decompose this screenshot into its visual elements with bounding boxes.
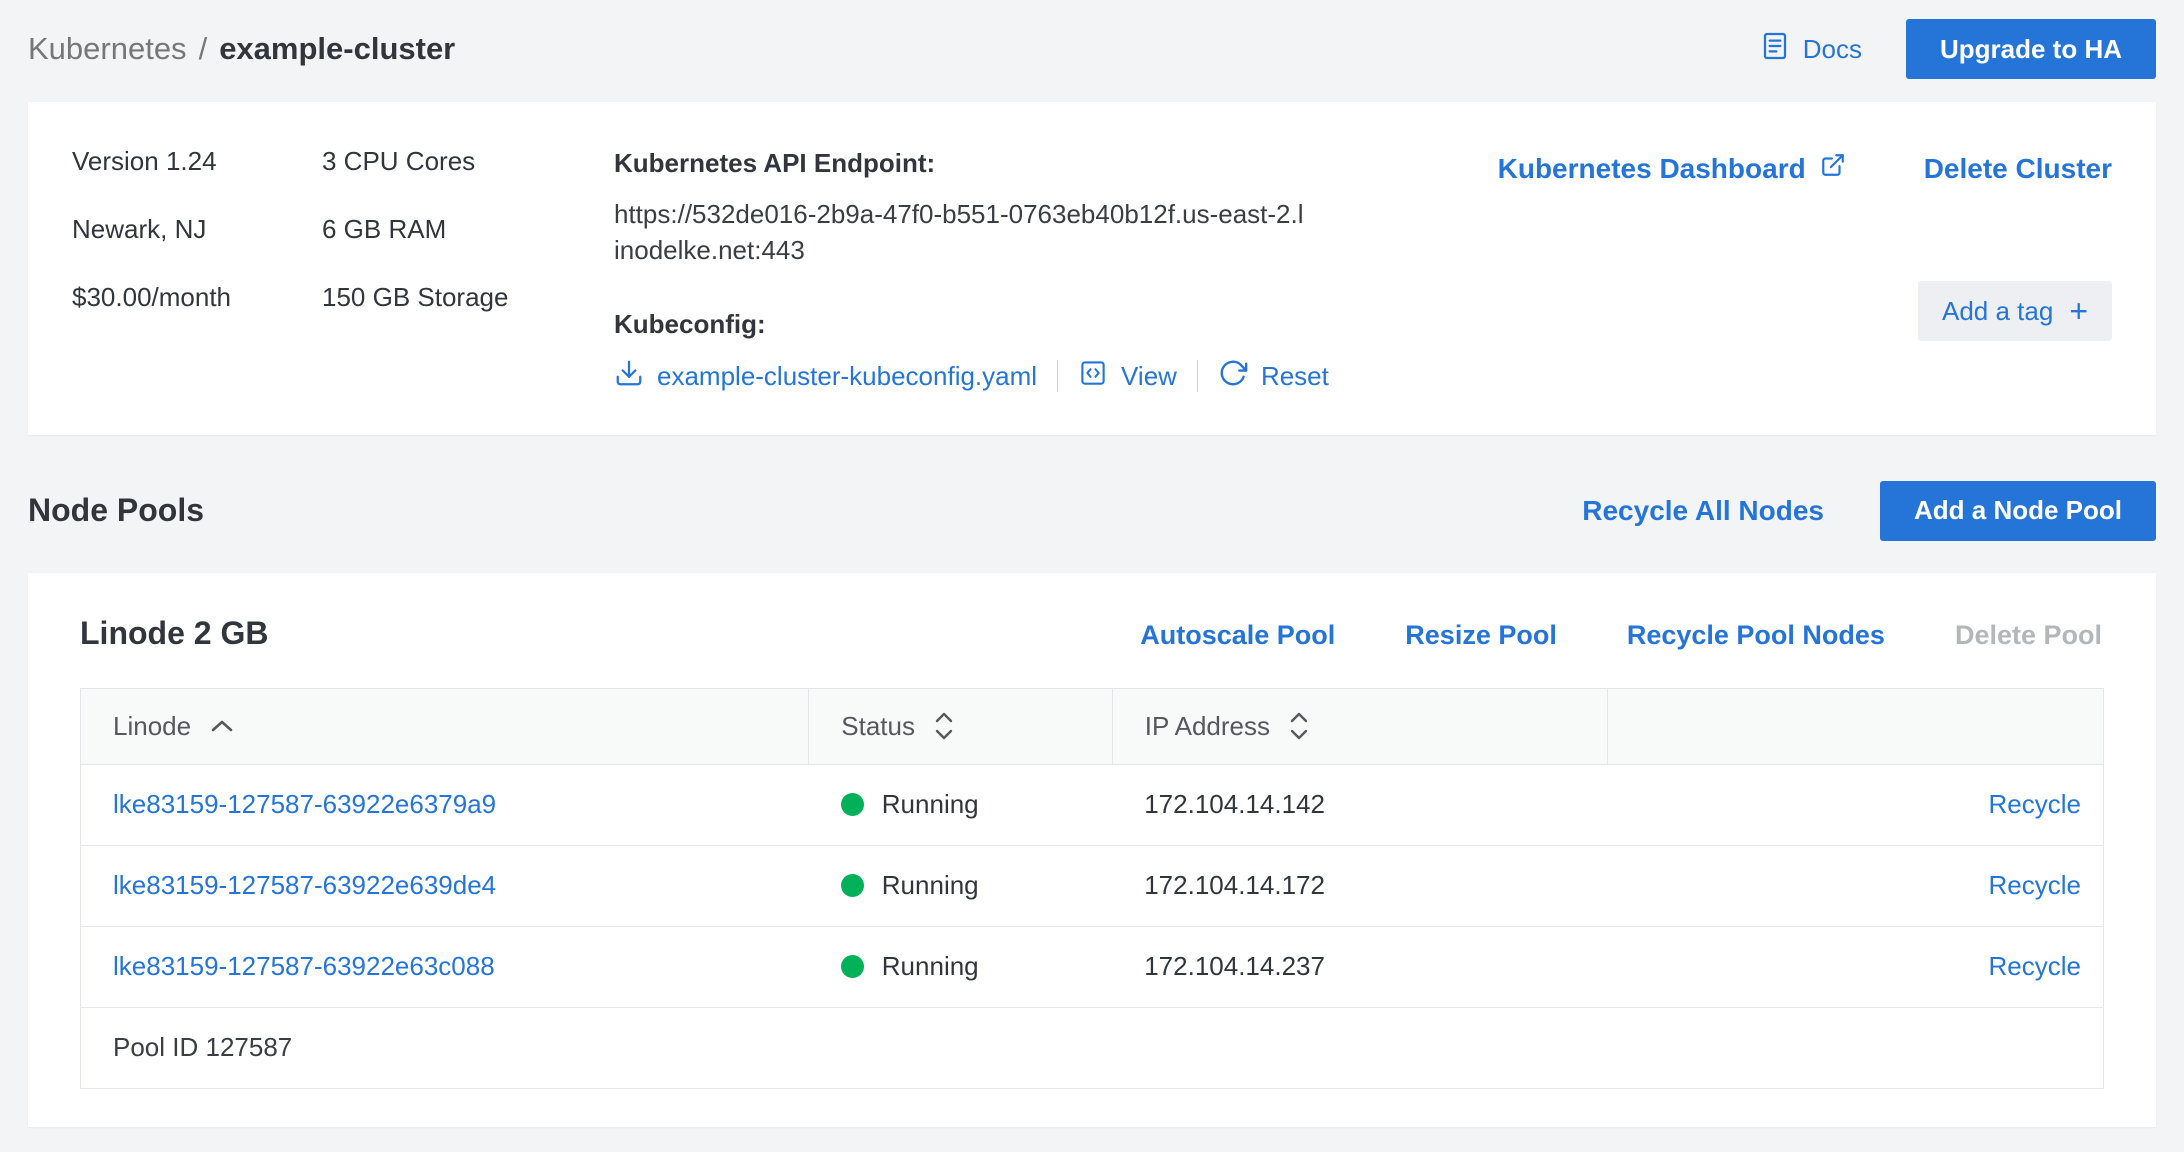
kubeconfig-label: Kubeconfig: [614, 308, 766, 339]
breadcrumb-kubernetes-link[interactable]: Kubernetes [28, 31, 187, 67]
recycle-node-link[interactable]: Recycle [1989, 870, 2081, 900]
node-label-link[interactable]: lke83159-127587-63922e639de4 [113, 870, 496, 900]
add-tag-button[interactable]: Add a tag + [1918, 281, 2112, 341]
kubeconfig-actions: example-cluster-kubeconfig.yaml View Res… [614, 358, 1458, 395]
node-status: Running [881, 951, 979, 982]
status-running-icon [840, 874, 864, 898]
add-tag-label: Add a tag [1942, 295, 2054, 326]
cluster-region: Newark, NJ [72, 214, 207, 244]
recycle-node-link[interactable]: Recycle [1989, 951, 2081, 981]
node-ip-address: 172.104.14.142 [1112, 764, 1608, 846]
column-header-linode[interactable]: Linode [79, 687, 810, 765]
docs-link[interactable]: Docs [1759, 30, 1862, 69]
node-pools-title: Node Pools [28, 492, 205, 529]
recycle-node-link[interactable]: Recycle [1989, 789, 2081, 819]
reset-icon [1218, 358, 1248, 395]
page: Kubernetes / example-cluster Docs Upgrad… [0, 0, 2184, 1127]
kubeconfig-view-link[interactable]: View [1078, 358, 1177, 395]
column-header-status[interactable]: Status [808, 687, 1113, 765]
pool-id-label: Pool ID 127587 [80, 1007, 2104, 1089]
cluster-summary-card: Version 1.24 Newark, NJ $30.00/month 3 C… [28, 102, 2156, 435]
node-ip-address: 172.104.14.172 [1112, 845, 1608, 927]
summary-right-actions: Kubernetes Dashboard Delete Cluster Add … [1498, 148, 2112, 395]
kubeconfig-download-link[interactable]: example-cluster-kubeconfig.yaml [614, 358, 1037, 395]
topbar-actions: Docs Upgrade to HA [1759, 19, 2156, 79]
linode-column-label: Linode [113, 710, 192, 741]
node-status: Running [881, 870, 979, 901]
external-link-icon [1820, 152, 1846, 185]
view-label: View [1121, 360, 1177, 391]
node-ip-address: 172.104.14.237 [1112, 926, 1608, 1008]
recycle-pool-nodes-link[interactable]: Recycle Pool Nodes [1627, 620, 1885, 651]
cluster-storage: 150 GB Storage [322, 282, 509, 312]
column-header-ip-address[interactable]: IP Address [1111, 687, 1609, 765]
pool-title: Linode 2 GB [80, 614, 269, 651]
sort-both-icon [1288, 711, 1310, 741]
top-bar: Kubernetes / example-cluster Docs Upgrad… [28, 16, 2156, 82]
download-icon [614, 358, 644, 395]
cluster-specs-column-2: 3 CPU Cores 6 GB RAM 150 GB Storage [322, 148, 614, 395]
cluster-specs-column-1: Version 1.24 Newark, NJ $30.00/month [72, 148, 322, 395]
endpoint-block: Kubernetes API Endpoint: https://532de01… [614, 148, 1498, 395]
upgrade-to-ha-button[interactable]: Upgrade to HA [1906, 19, 2156, 79]
resize-pool-link[interactable]: Resize Pool [1405, 620, 1557, 651]
status-column-label: Status [841, 710, 915, 741]
sort-both-icon [933, 711, 955, 741]
kubeconfig-reset-link[interactable]: Reset [1218, 358, 1329, 395]
node-pools-actions: Recycle All Nodes Add a Node Pool [1582, 480, 2156, 541]
kubernetes-dashboard-link[interactable]: Kubernetes Dashboard [1498, 152, 1846, 185]
pool-action-links: Autoscale Pool Resize Pool Recycle Pool … [1140, 620, 2102, 651]
cluster-ram: 6 GB RAM [322, 214, 447, 244]
reset-label: Reset [1260, 360, 1329, 391]
kubeconfig-file-label: example-cluster-kubeconfig.yaml [657, 360, 1038, 391]
api-endpoint-label: Kubernetes API Endpoint: [614, 148, 936, 178]
plus-icon: + [2069, 293, 2088, 329]
delete-pool-link: Delete Pool [1954, 619, 2102, 650]
docs-icon [1759, 30, 1791, 69]
cluster-cpu: 3 CPU Cores [322, 146, 476, 176]
breadcrumb-cluster-name: example-cluster [219, 31, 456, 66]
docs-label: Docs [1802, 33, 1862, 64]
node-label-link[interactable]: lke83159-127587-63922e6379a9 [113, 789, 496, 819]
ip-column-label: IP Address [1144, 710, 1270, 741]
cluster-version: Version 1.24 [72, 146, 217, 176]
divider [1057, 360, 1059, 393]
cluster-price: $30.00/month [72, 282, 232, 312]
dashboard-label: Kubernetes Dashboard [1497, 152, 1806, 184]
node-row: lke83159-127587-63922e6379a9 Running 172… [79, 764, 2104, 846]
node-status: Running [881, 789, 979, 820]
delete-cluster-link[interactable]: Delete Cluster [1924, 153, 2112, 185]
cluster-links-row: Kubernetes Dashboard Delete Cluster [1498, 152, 2112, 185]
breadcrumb-separator: / [198, 31, 208, 66]
status-running-icon [840, 793, 864, 817]
node-label-link[interactable]: lke83159-127587-63922e63c088 [113, 951, 495, 981]
status-running-icon [840, 955, 864, 979]
divider [1196, 360, 1198, 393]
recycle-all-nodes-link[interactable]: Recycle All Nodes [1582, 495, 1824, 527]
sort-ascending-icon [209, 718, 235, 734]
autoscale-pool-link[interactable]: Autoscale Pool [1140, 620, 1335, 651]
nodes-table: Linode Status IP Address lke83159-127587… [79, 687, 2104, 1089]
view-code-icon [1078, 358, 1108, 395]
breadcrumb: Kubernetes / example-cluster [28, 31, 455, 67]
pool-footer-row: Pool ID 127587 [80, 1007, 2104, 1089]
node-row: lke83159-127587-63922e63c088 Running 172… [79, 926, 2104, 1008]
table-header-row: Linode Status IP Address [79, 687, 2104, 765]
column-header-actions [1607, 687, 2104, 765]
node-row: lke83159-127587-63922e639de4 Running 172… [79, 845, 2104, 927]
pool-head: Linode 2 GB Autoscale Pool Resize Pool R… [80, 615, 2104, 652]
api-endpoint-url: https://532de016-2b9a-47f0-b551-0763eb40… [614, 199, 1304, 265]
add-node-pool-button[interactable]: Add a Node Pool [1880, 480, 2156, 541]
node-pool-card: Linode 2 GB Autoscale Pool Resize Pool R… [28, 572, 2156, 1127]
node-pools-header: Node Pools Recycle All Nodes Add a Node … [28, 480, 2156, 541]
